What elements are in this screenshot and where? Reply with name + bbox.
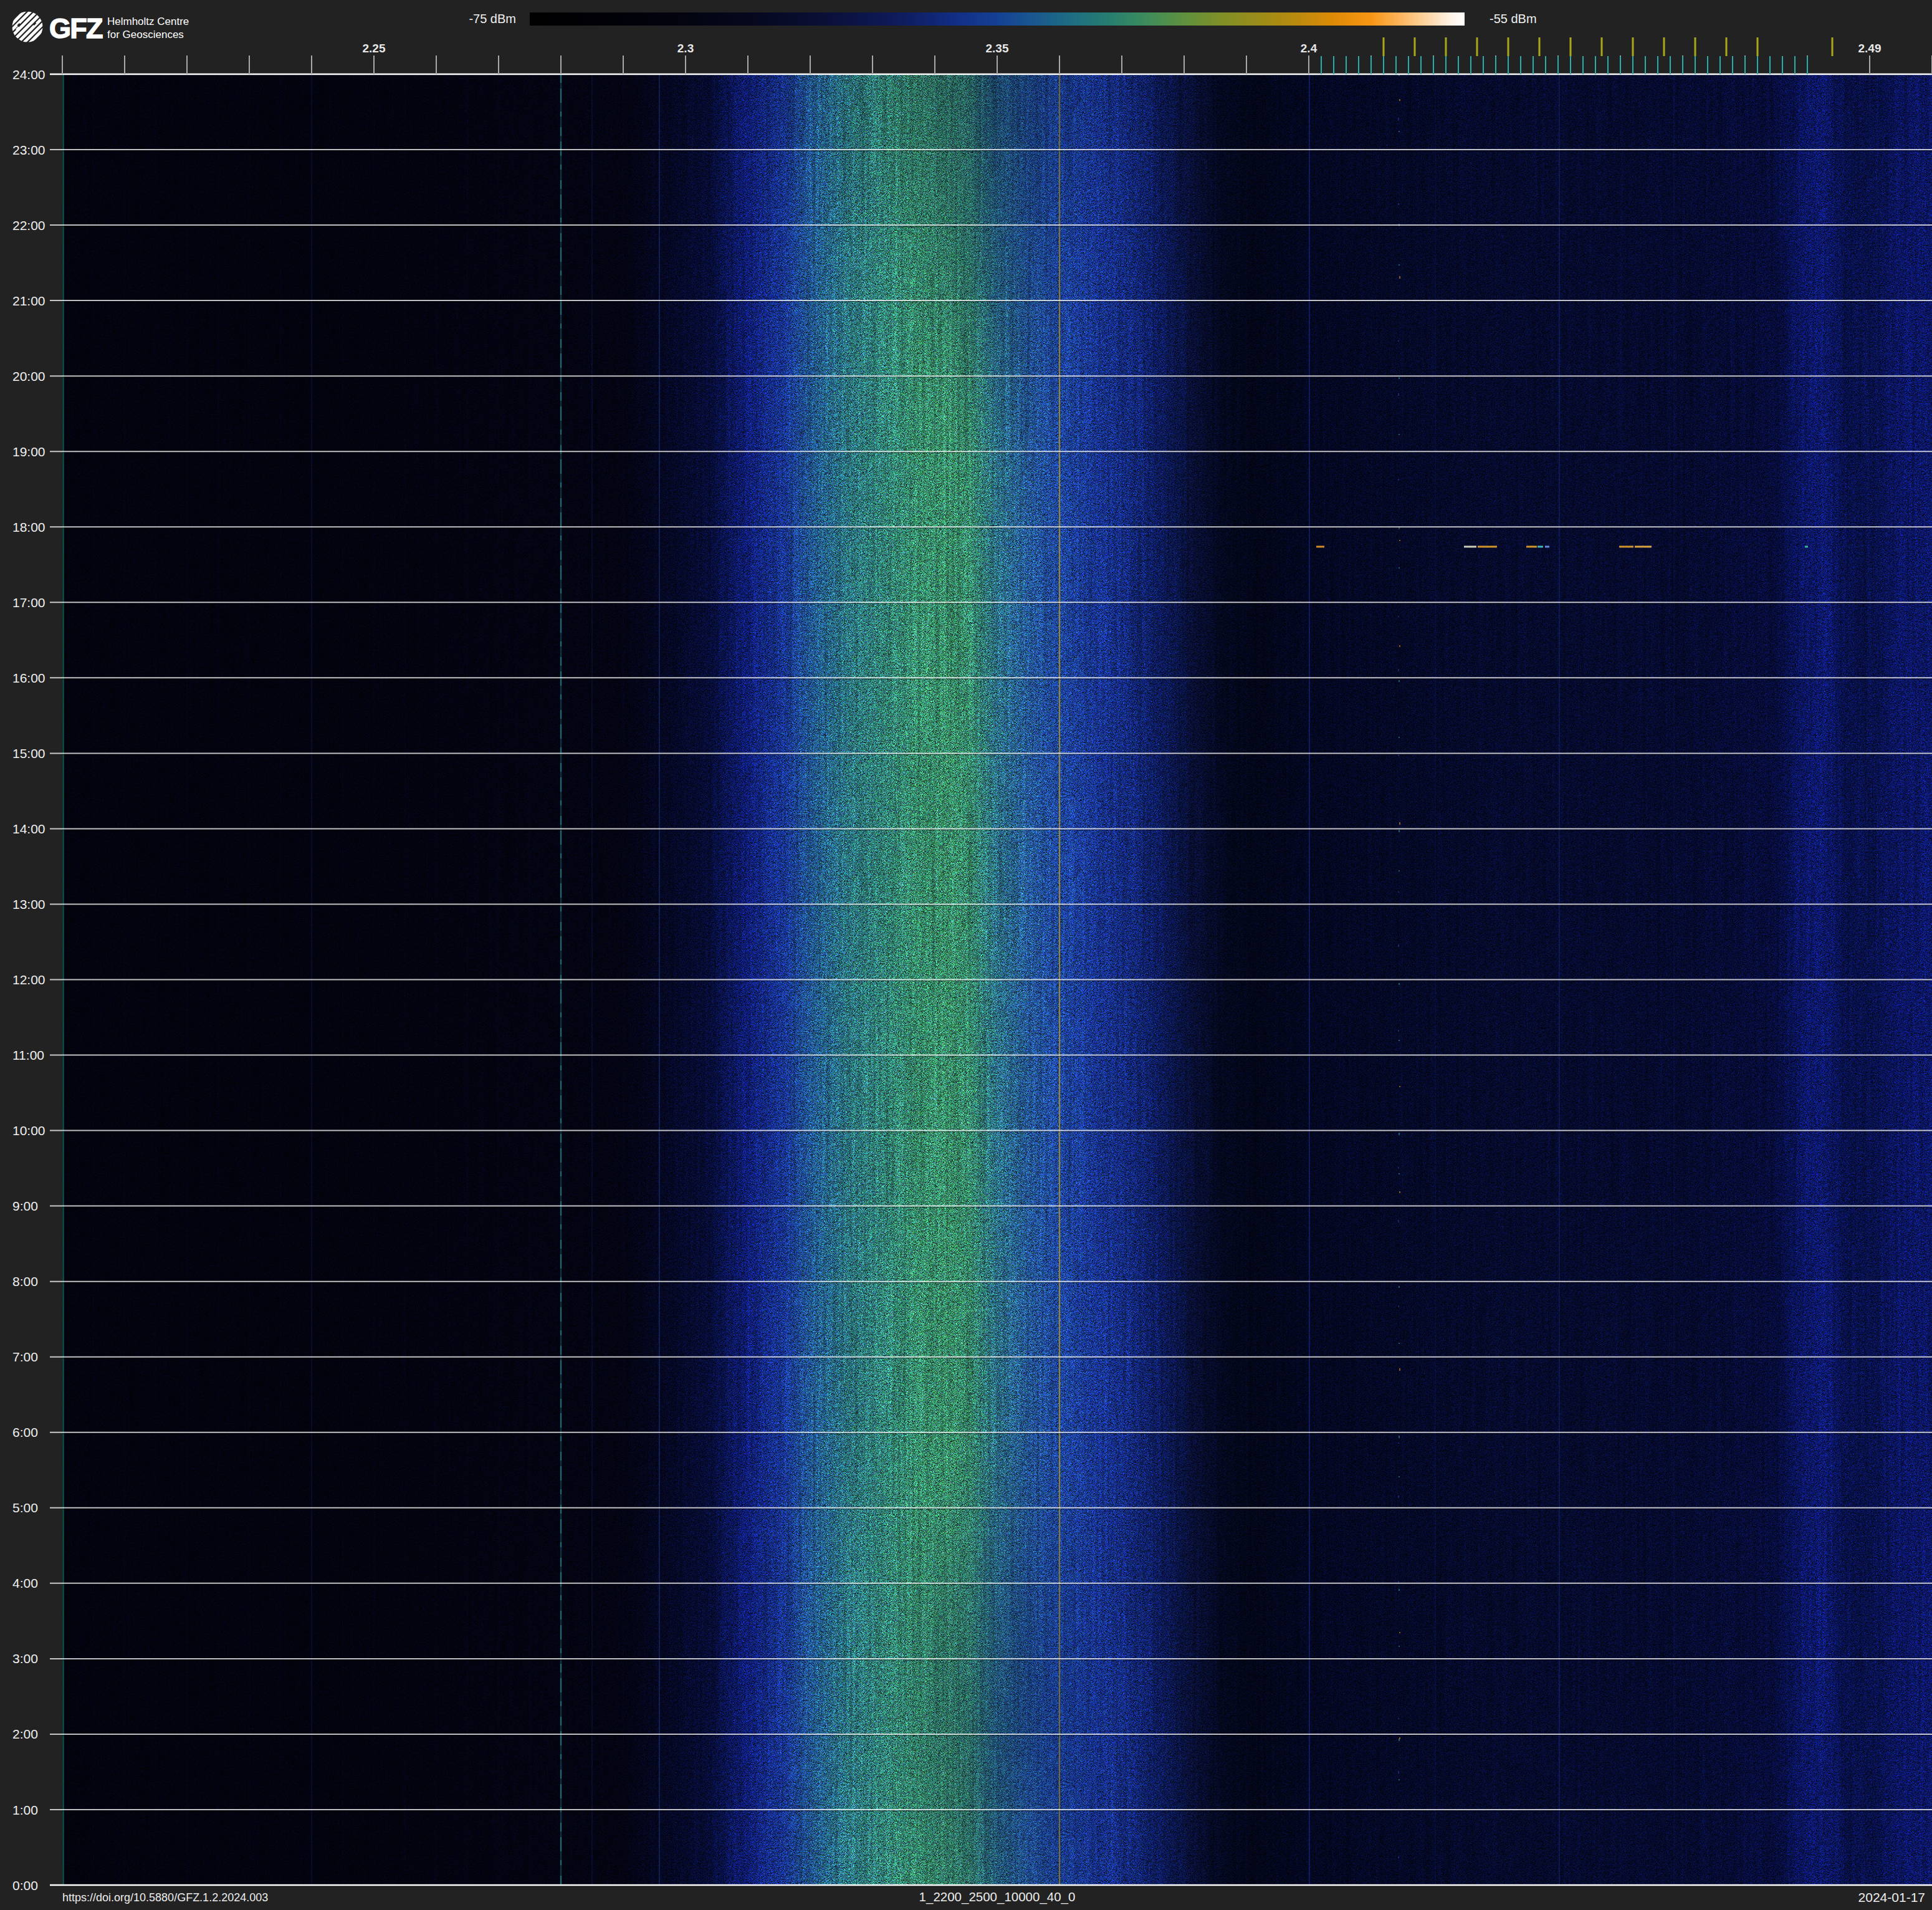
svg-text:2.4: 2.4 bbox=[1301, 42, 1317, 55]
svg-text:2:00: 2:00 bbox=[12, 1727, 38, 1741]
svg-text:12:00: 12:00 bbox=[12, 972, 45, 987]
svg-text:21:00: 21:00 bbox=[12, 294, 45, 308]
svg-text:19:00: 19:00 bbox=[12, 444, 45, 459]
svg-text:15:00: 15:00 bbox=[12, 746, 45, 761]
svg-text:2024-01-17: 2024-01-17 bbox=[1858, 1890, 1925, 1904]
svg-text:23:00: 23:00 bbox=[12, 143, 45, 157]
svg-text:14:00: 14:00 bbox=[12, 822, 45, 836]
svg-text:9:00: 9:00 bbox=[12, 1199, 38, 1213]
svg-text:-75 dBm: -75 dBm bbox=[469, 12, 516, 26]
svg-text:17:00: 17:00 bbox=[12, 595, 45, 610]
svg-text:0:00: 0:00 bbox=[12, 1878, 38, 1893]
svg-text:3:00: 3:00 bbox=[12, 1651, 38, 1666]
svg-text:20:00: 20:00 bbox=[12, 369, 45, 383]
svg-text:2.3: 2.3 bbox=[677, 42, 694, 55]
svg-text:2.25: 2.25 bbox=[363, 42, 386, 55]
svg-text:-55 dBm: -55 dBm bbox=[1490, 12, 1537, 26]
svg-text:1_2200_2500_10000_40_0: 1_2200_2500_10000_40_0 bbox=[919, 1889, 1076, 1904]
svg-text:2.49: 2.49 bbox=[1858, 42, 1882, 55]
svg-text:10:00: 10:00 bbox=[12, 1123, 45, 1138]
svg-text:Helmholtz Centre: Helmholtz Centre bbox=[107, 16, 189, 27]
svg-text:6:00: 6:00 bbox=[12, 1425, 38, 1439]
svg-text:5:00: 5:00 bbox=[12, 1500, 38, 1515]
svg-text:GFZ: GFZ bbox=[49, 12, 103, 44]
svg-text:8:00: 8:00 bbox=[12, 1274, 38, 1289]
svg-text:7:00: 7:00 bbox=[12, 1350, 38, 1364]
svg-text:1:00: 1:00 bbox=[12, 1803, 38, 1817]
svg-text:13:00: 13:00 bbox=[12, 897, 45, 911]
svg-text:22:00: 22:00 bbox=[12, 218, 45, 233]
svg-text:for Geosciences: for Geosciences bbox=[107, 29, 184, 41]
svg-text:24:00: 24:00 bbox=[12, 67, 45, 82]
svg-text:11:00: 11:00 bbox=[12, 1048, 44, 1062]
svg-text:16:00: 16:00 bbox=[12, 671, 45, 685]
svg-text:18:00: 18:00 bbox=[12, 520, 45, 534]
svg-text:2.35: 2.35 bbox=[986, 42, 1009, 55]
svg-text:4:00: 4:00 bbox=[12, 1576, 38, 1590]
svg-text:https://doi.org/10.5880/GFZ.1.: https://doi.org/10.5880/GFZ.1.2.2024.003 bbox=[62, 1891, 268, 1904]
